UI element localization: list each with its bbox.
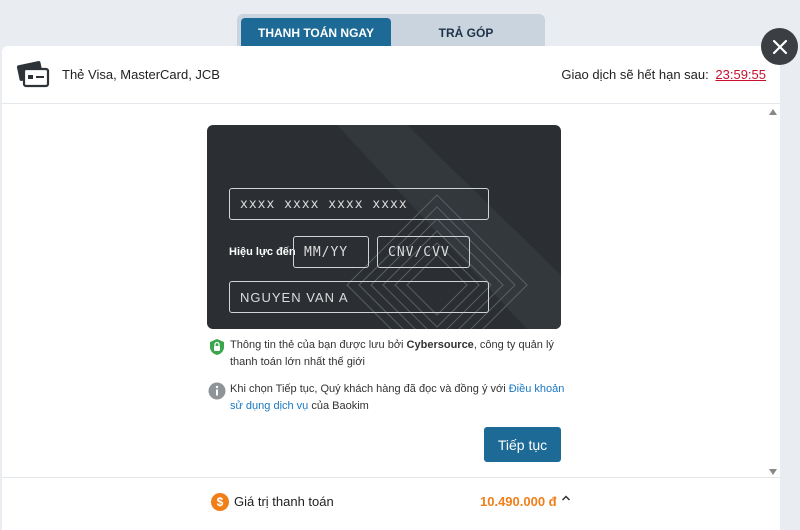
total-label: Giá trị thanh toán <box>234 494 334 509</box>
cybersource-brand: Cybersource <box>406 339 474 351</box>
secure-storage-note: Thông tin thẻ của bạn được lưu bởi Cyber… <box>208 337 568 371</box>
terms-note-text: Khi chọn Tiếp tục, Quý khách hàng đã đọc… <box>230 381 568 415</box>
shield-check-icon <box>208 338 226 356</box>
terms-note: Khi chọn Tiếp tục, Quý khách hàng đã đọc… <box>208 381 568 415</box>
payment-method-label: Thẻ Visa, MasterCard, JCB <box>62 67 220 82</box>
modal-header: Thẻ Visa, MasterCard, JCB Giao dịch sẽ h… <box>2 46 780 104</box>
expire-countdown: Giao dịch sẽ hết hạn sau: 23:59:55 <box>561 67 766 82</box>
close-button[interactable] <box>761 28 798 65</box>
terms-prefix: Khi chọn Tiếp tục, Quý khách hàng đã đọc… <box>230 383 509 395</box>
secure-note-text: Thông tin thẻ của bạn được lưu bởi Cyber… <box>230 337 568 371</box>
scroll-up-arrow-icon[interactable] <box>769 109 777 115</box>
scroll-content[interactable]: Hiệu lực đến Thông tin thẻ của bạn được … <box>2 105 780 477</box>
terms-suffix: của Baokim <box>308 400 369 412</box>
expire-time[interactable]: 23:59:55 <box>715 67 766 82</box>
credit-card-icon <box>16 60 50 89</box>
info-icon <box>208 382 226 400</box>
expiry-input[interactable] <box>293 236 369 268</box>
close-icon <box>772 39 787 54</box>
payment-modal: Thẻ Visa, MasterCard, JCB Giao dịch sẽ h… <box>2 46 780 530</box>
continue-button[interactable]: Tiếp tục <box>484 427 561 462</box>
tab-pay-now[interactable]: THANH TOÁN NGAY <box>241 18 391 48</box>
payment-tabs: THANH TOÁN NGAY TRẢ GÓP <box>237 14 545 48</box>
dollar-coin-icon: $ <box>211 493 229 511</box>
expire-prefix: Giao dịch sẽ hết hạn sau: <box>561 67 709 82</box>
secure-note-prefix: Thông tin thẻ của bạn được lưu bởi <box>230 339 407 351</box>
cardholder-name-input[interactable] <box>229 281 489 313</box>
card-entry-panel: Hiệu lực đến <box>207 125 561 329</box>
expiry-label: Hiệu lực đến <box>229 246 296 258</box>
chevron-up-icon[interactable] <box>561 493 571 506</box>
scroll-down-arrow-icon[interactable] <box>769 469 777 475</box>
scrollbar[interactable] <box>766 105 780 477</box>
card-number-input[interactable] <box>229 188 489 220</box>
total-value: 10.490.000 đ <box>480 494 557 509</box>
payment-total-bar: $ Giá trị thanh toán 10.490.000 đ <box>2 477 780 530</box>
tab-installment[interactable]: TRẢ GÓP <box>391 18 541 48</box>
cvv-input[interactable] <box>377 236 470 268</box>
